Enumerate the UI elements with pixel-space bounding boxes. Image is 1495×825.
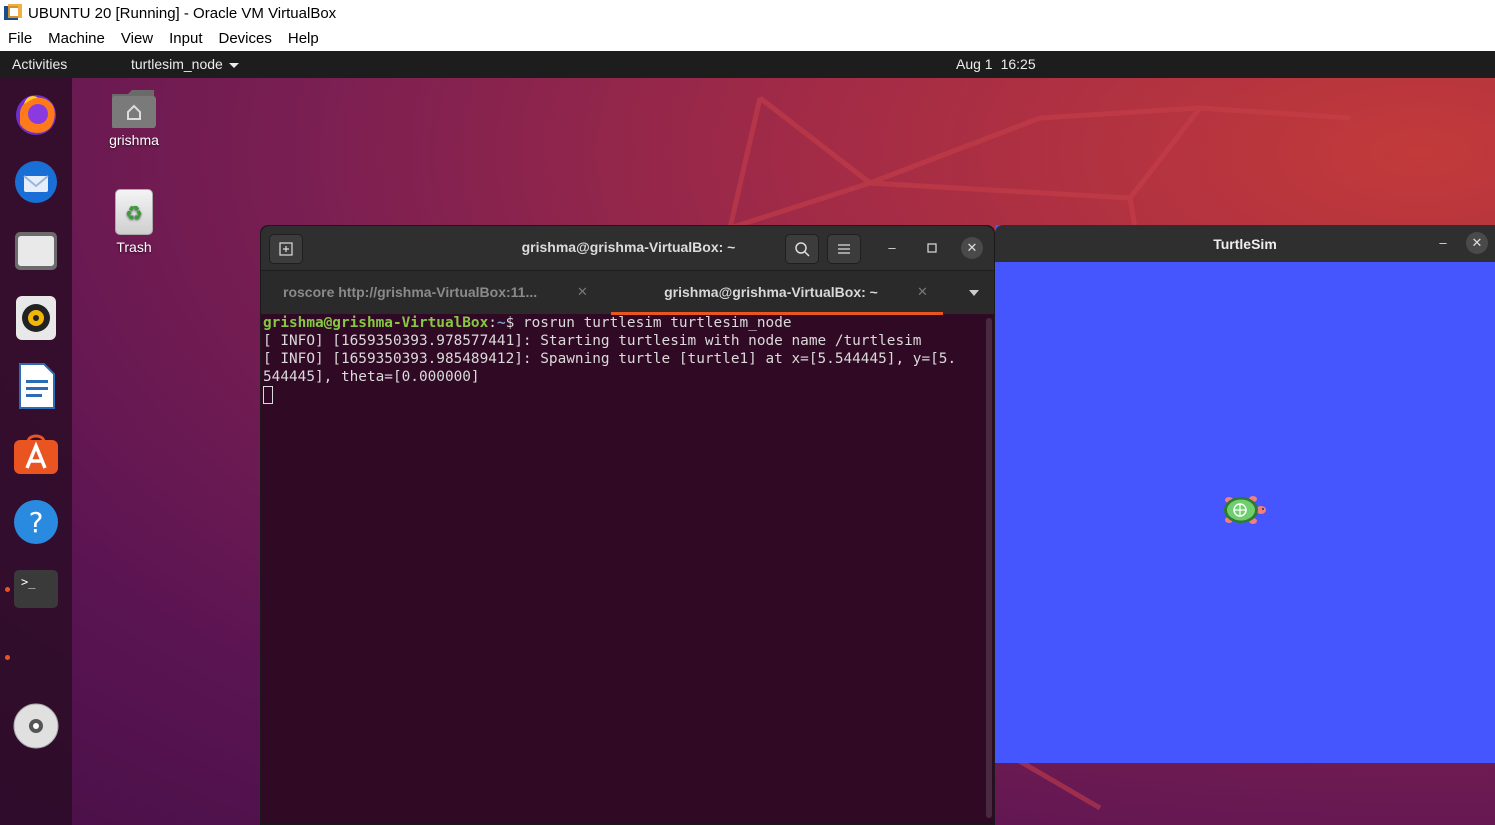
- prompt-user: grishma@grishma-VirtualBox: [263, 315, 489, 331]
- tab-close-icon[interactable]: ✕: [917, 284, 928, 300]
- new-tab-icon: [279, 242, 293, 256]
- turtlesim-canvas: [995, 262, 1495, 762]
- software-icon[interactable]: [12, 430, 60, 478]
- terminal-output[interactable]: grishma@grishma-VirtualBox:~$ rosrun tur…: [261, 314, 986, 824]
- svg-text:♻: ♻: [125, 201, 143, 225]
- desktop-icon-label: grishma: [109, 132, 159, 148]
- desktop-icon-label: Trash: [116, 239, 152, 255]
- prompt-path: ~: [496, 315, 506, 331]
- menu-help[interactable]: Help: [280, 30, 327, 47]
- menu-file[interactable]: File: [0, 30, 40, 47]
- running-indicator: [5, 655, 10, 660]
- menu-button[interactable]: [827, 234, 861, 264]
- clock-date: Aug 1: [956, 56, 993, 72]
- desktop: ? >_ grishma ♻ Trash grishma@grishma-Vir…: [0, 78, 1495, 825]
- terminal-tabbar: roscore http://grishma-VirtualBox:11... …: [261, 270, 994, 315]
- turtlesim-titlebar: TurtleSim – ✕: [995, 225, 1495, 262]
- clock-time: 16:25: [1000, 56, 1036, 72]
- app-menu-label: turtlesim_node: [131, 56, 223, 72]
- clock[interactable]: Aug 1 16:25: [956, 56, 1036, 72]
- menu-input[interactable]: Input: [161, 30, 210, 47]
- search-icon: [795, 242, 810, 257]
- vbox-menubar: File Machine View Input Devices Help: [0, 26, 1495, 51]
- window-title: UBUNTU 20 [Running] - Oracle VM VirtualB…: [28, 4, 337, 22]
- close-icon: ✕: [966, 240, 978, 255]
- menu-machine[interactable]: Machine: [40, 30, 113, 47]
- output-line: 544445], theta=[0.000000]: [263, 369, 480, 385]
- menu-devices[interactable]: Devices: [211, 30, 280, 47]
- desktop-trash[interactable]: ♻ Trash: [89, 189, 179, 255]
- text-cursor: [263, 386, 273, 404]
- command-text: rosrun turtlesim turtlesim_node: [522, 315, 792, 331]
- terminal-headerbar: grishma@grishma-VirtualBox: ~ – ✕: [261, 226, 994, 270]
- tab-roscore[interactable]: roscore http://grishma-VirtualBox:11... …: [261, 271, 611, 315]
- close-button[interactable]: ✕: [961, 237, 983, 259]
- minimize-icon: –: [1439, 235, 1447, 250]
- running-indicator: [5, 587, 10, 592]
- thunderbird-icon[interactable]: [12, 158, 60, 206]
- virtualbox-logo-icon: [3, 3, 23, 23]
- libreoffice-writer-icon[interactable]: [12, 362, 60, 410]
- terminal-scrollbar[interactable]: [986, 318, 992, 818]
- prompt-end: $: [505, 315, 523, 331]
- svg-text:?: ?: [29, 506, 44, 539]
- activities-button[interactable]: Activities: [12, 56, 67, 72]
- close-button[interactable]: ✕: [1466, 232, 1488, 254]
- output-line: [ INFO] [1659350393.978577441]: Starting…: [263, 333, 922, 349]
- turtle-icon: [1224, 496, 1266, 524]
- turtlesim-title: TurtleSim: [1213, 236, 1277, 252]
- caret-down-icon: [228, 62, 239, 68]
- search-button[interactable]: [785, 234, 819, 264]
- firefox-icon[interactable]: [12, 90, 60, 138]
- close-icon: ✕: [1471, 235, 1483, 250]
- tab-dropdown-icon[interactable]: [969, 290, 979, 296]
- gnome-top-bar: Activities turtlesim_node Aug 1 16:25: [0, 51, 1495, 78]
- output-line: [ INFO] [1659350393.985489412]: Spawning…: [263, 351, 957, 367]
- vbox-titlebar: UBUNTU 20 [Running] - Oracle VM VirtualB…: [0, 0, 1495, 26]
- help-icon[interactable]: ?: [12, 498, 60, 546]
- menu-view[interactable]: View: [113, 30, 161, 47]
- minimize-icon: –: [888, 240, 896, 255]
- new-tab-button[interactable]: [269, 234, 303, 264]
- trash-icon: ♻: [115, 189, 153, 235]
- hamburger-icon: [838, 244, 850, 254]
- tab-close-icon[interactable]: ✕: [577, 284, 588, 300]
- minimize-button[interactable]: –: [881, 237, 903, 259]
- turtlesim-window: TurtleSim – ✕: [995, 225, 1495, 763]
- dock: ? >_: [0, 78, 72, 825]
- files-icon[interactable]: [12, 226, 60, 274]
- disc-icon[interactable]: [12, 702, 60, 750]
- svg-text:>_: >_: [21, 575, 36, 589]
- terminal-icon[interactable]: >_: [12, 566, 60, 614]
- desktop-home-folder[interactable]: grishma: [89, 88, 179, 148]
- app-menu[interactable]: turtlesim_node: [131, 56, 239, 72]
- rhythmbox-icon[interactable]: [12, 294, 60, 342]
- home-folder-icon: [110, 88, 158, 128]
- tab-label: grishma@grishma-VirtualBox: ~: [664, 284, 878, 300]
- tab-active-shell[interactable]: grishma@grishma-VirtualBox: ~ ✕: [611, 271, 943, 315]
- tab-label: roscore http://grishma-VirtualBox:11...: [283, 284, 538, 300]
- prompt-separator: :: [488, 315, 497, 331]
- maximize-button[interactable]: [921, 237, 943, 259]
- terminal-window: grishma@grishma-VirtualBox: ~ – ✕ roscor…: [260, 225, 995, 825]
- minimize-button[interactable]: –: [1432, 232, 1454, 254]
- maximize-icon: [927, 243, 937, 253]
